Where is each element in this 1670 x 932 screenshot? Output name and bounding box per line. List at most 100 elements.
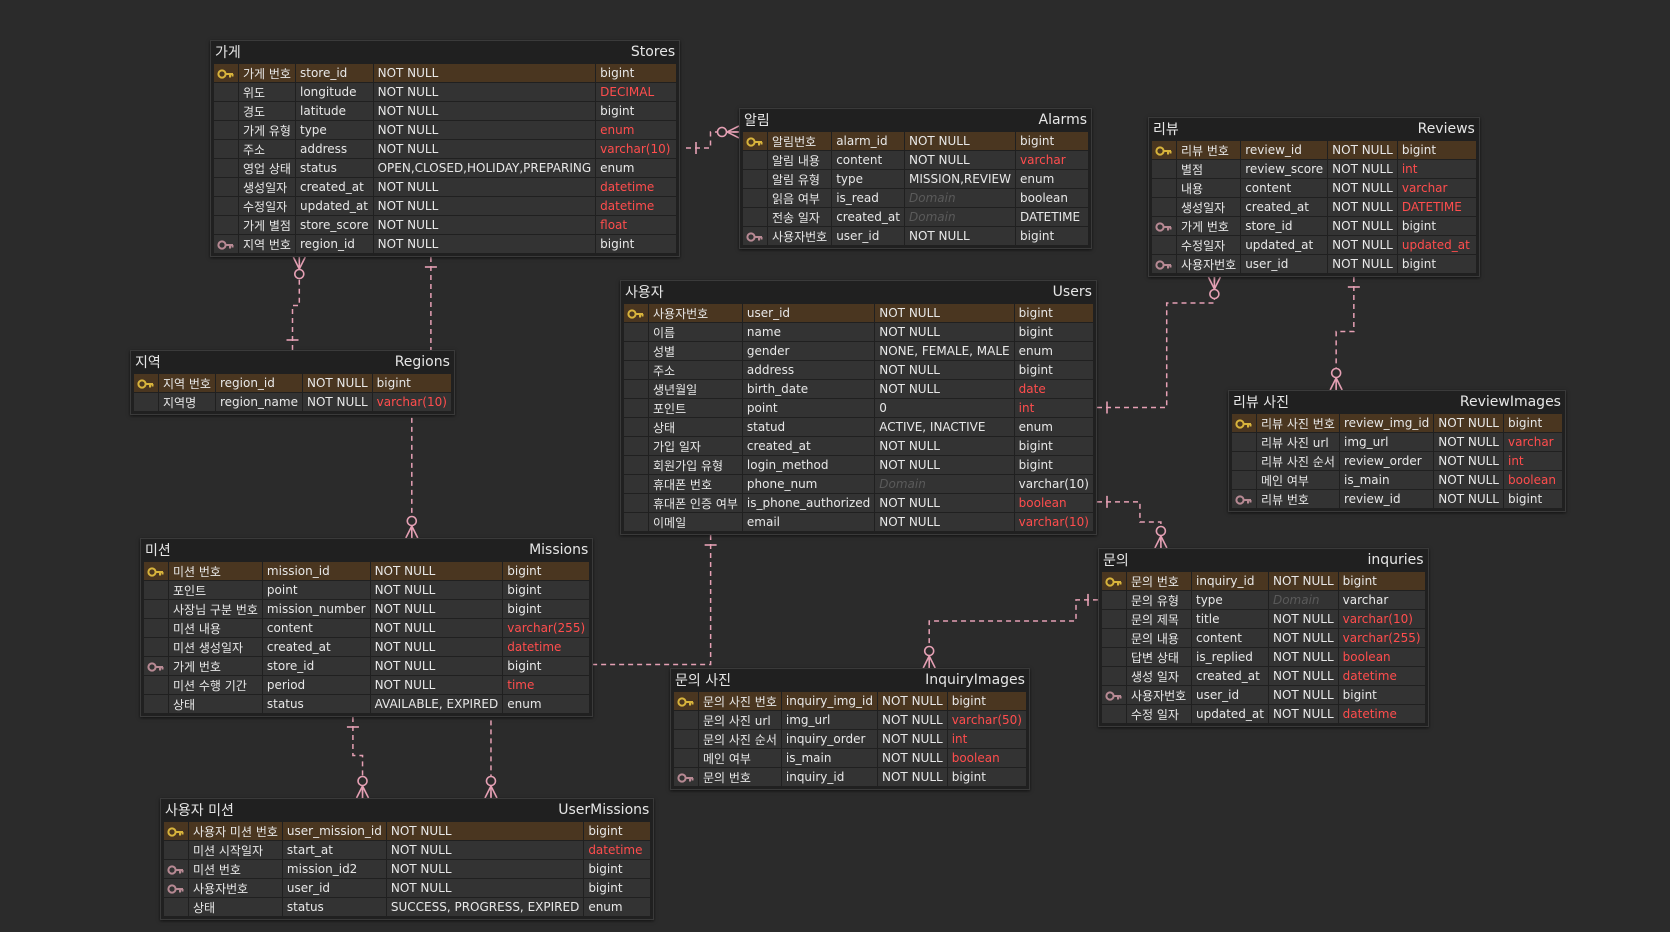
column-physical-name: updated_at [1192,705,1268,723]
column-row[interactable]: 리뷰 번호 review_id NOT NULL bigint [1232,490,1562,508]
column-row[interactable]: 문의 사진 url img_url NOT NULL varchar(50) [674,711,1026,729]
column-row[interactable]: 상태 status AVAILABLE, EXPIRED enum [144,695,590,713]
column-domain: NONE, FEMALE, MALE [875,342,1014,360]
entity-alarms[interactable]: 알림 Alarms 알림번호 alarm_id NOT NULL bigint 알림 내… [739,108,1093,249]
column-row[interactable]: 메인 여부 is_main NOT NULL boolean [674,749,1026,767]
column-row[interactable]: 알림 내용 content NOT NULL varchar [743,151,1089,169]
column-row[interactable]: 문의 사진 번호 inquiry_img_id NOT NULL bigint [674,692,1026,710]
entity-stores[interactable]: 가게 Stores 가게 번호 store_id NOT NULL bigint 위도 l… [210,40,681,257]
entity-inquiries[interactable]: 문의 inquries 문의 번호 inquiry_id NOT NULL bigin… [1098,548,1429,727]
column-row[interactable]: 리뷰 사진 번호 review_img_id NOT NULL bigint [1232,414,1562,432]
column-row[interactable]: 생성일자 created_at NOT NULL DATETIME [1152,198,1476,216]
relationship-line[interactable] [1097,277,1216,409]
column-row[interactable]: 지역명 region_name NOT NULL varchar(10) [134,393,451,411]
column-row[interactable]: 상태 status SUCCESS, PROGRESS, EXPIRED enum [164,898,651,916]
entity-reviews[interactable]: 리뷰 Reviews 리뷰 번호 review_id NOT NULL bigint 별… [1148,117,1480,277]
column-row[interactable]: 문의 번호 inquiry_id NOT NULL bigint [1102,572,1425,590]
column-row[interactable]: 상태 statud ACTIVE, INACTIVE enum [624,418,1093,436]
column-row[interactable]: 가게 번호 store_id NOT NULL bigint [214,64,677,82]
column-type: int [1014,399,1093,417]
column-row[interactable]: 미션 시작일자 start_at NOT NULL datetime [164,841,651,859]
column-row[interactable]: 문의 번호 inquiry_id NOT NULL bigint [674,768,1026,786]
column-row[interactable]: 가게 번호 store_id NOT NULL bigint [144,657,590,675]
column-table: 미션 번호 mission_id NOT NULL bigint 포인트 point NOT… [143,561,590,714]
column-domain: Domain [904,208,1016,226]
column-row[interactable]: 수정일자 updated_at NOT NULL datetime [214,197,677,215]
column-row[interactable]: 가게 번호 store_id NOT NULL bigint [1152,217,1476,235]
column-type: updated_at [1397,236,1476,254]
column-row[interactable]: 문의 내용 content NOT NULL varchar(255) [1102,629,1425,647]
column-row[interactable]: 문의 제목 title NOT NULL varchar(10) [1102,610,1425,628]
column-row[interactable]: 미션 수행 기간 period NOT NULL time [144,676,590,694]
entity-missions[interactable]: 미션 Missions 미션 번호 mission_id NOT NULL bigin… [140,538,594,717]
entity-review-images[interactable]: 리뷰 사진 ReviewImages 리뷰 사진 번호 review_img_id… [1228,390,1566,512]
column-row[interactable]: 답변 상태 is_replied NOT NULL boolean [1102,648,1425,666]
column-row[interactable]: 생성일자 created_at NOT NULL datetime [214,178,677,196]
column-row[interactable]: 가입 일자 created_at NOT NULL bigint [624,437,1093,455]
column-row[interactable]: 주소 address NOT NULL varchar(10) [214,140,677,158]
cardinality-optional-mark [1209,288,1220,300]
column-row[interactable]: 수정일자 updated_at NOT NULL updated_at [1152,236,1476,254]
column-row[interactable]: 영업 상태 status OPEN,CLOSED,HOLIDAY,PREPARING… [214,159,677,177]
column-row[interactable]: 미션 내용 content NOT NULL varchar(255) [144,619,590,637]
entity-header: 문의 inquries [1099,549,1428,571]
column-row[interactable]: 포인트 point NOT NULL bigint [144,581,590,599]
key-cell [1102,648,1126,666]
column-row[interactable]: 사용자번호 user_id NOT NULL bigint [743,227,1089,245]
column-row[interactable]: 리뷰 사진 순서 review_order NOT NULL int [1232,452,1562,470]
column-row[interactable]: 휴대폰 인증 여부 is_phone_authorized NOT NULL bool… [624,494,1093,512]
column-row[interactable]: 이메일 email NOT NULL varchar(10) [624,513,1093,531]
column-row[interactable]: 지역 번호 region_id NOT NULL bigint [214,235,677,253]
column-logical-name: 알림 유형 [768,170,832,188]
relationship-line[interactable] [928,599,1098,668]
column-row[interactable]: 알림번호 alarm_id NOT NULL bigint [743,132,1089,150]
foreign-key-icon [164,860,188,878]
column-row[interactable]: 사용자번호 user_id NOT NULL bigint [1102,686,1425,704]
entity-logical-name: 사용자 [625,285,664,301]
column-row[interactable]: 주소 address NOT NULL bigint [624,361,1093,379]
column-type: varchar(10) [372,393,451,411]
column-row[interactable]: 미션 번호 mission_id2 NOT NULL bigint [164,860,651,878]
column-logical-name: 가게 번호 [169,657,262,675]
column-row[interactable]: 휴대폰 번호 phone_num Domain varchar(10) [624,475,1093,493]
cardinality-many-mark [405,525,413,539]
column-row[interactable]: 문의 유형 type Domain varchar [1102,591,1425,609]
column-domain: NOT NULL [386,841,584,859]
column-row[interactable]: 지역 번호 region_id NOT NULL bigint [134,374,451,392]
entity-user-missions[interactable]: 사용자 미션 UserMissions 사용자 미션 번호 user_missio… [160,798,655,920]
column-row[interactable]: 읽음 여부 is_read Domain boolean [743,189,1089,207]
column-row[interactable]: 사용자번호 user_id NOT NULL bigint [164,879,651,897]
entity-regions[interactable]: 지역 Regions 지역 번호 region_id NOT NULL bigint 지… [130,350,455,415]
column-row[interactable]: 생년월일 birth_date NOT NULL date [624,380,1093,398]
column-row[interactable]: 회원가입 유형 login_method NOT NULL bigint [624,456,1093,474]
entity-inquiry-images[interactable]: 문의 사진 InquiryImages 문의 사진 번호 inquiry_img_… [670,668,1030,790]
column-row[interactable]: 전송 일자 created_at Domain DATETIME [743,208,1089,226]
column-row[interactable]: 성별 gender NONE, FEMALE, MALE enum [624,342,1093,360]
column-row[interactable]: 별점 review_score NOT NULL int [1152,160,1476,178]
column-row[interactable]: 미션 번호 mission_id NOT NULL bigint [144,562,590,580]
column-row[interactable]: 포인트 point 0 int [624,399,1093,417]
column-row[interactable]: 미션 생성일자 created_at NOT NULL datetime [144,638,590,656]
column-row[interactable]: 사용자번호 user_id NOT NULL bigint [624,304,1093,322]
column-row[interactable]: 메인 여부 is_main NOT NULL boolean [1232,471,1562,489]
cardinality-many-mark [355,785,364,799]
column-row[interactable]: 위도 longitude NOT NULL DECIMAL [214,83,677,101]
relationship-line[interactable] [1097,501,1162,548]
column-row[interactable]: 경도 latitude NOT NULL bigint [214,102,677,120]
column-row[interactable]: 리뷰 번호 review_id NOT NULL bigint [1152,141,1476,159]
column-row[interactable]: 리뷰 사진 url img_url NOT NULL varchar [1232,433,1562,451]
column-row[interactable]: 이름 name NOT NULL bigint [624,323,1093,341]
column-row[interactable]: 수정 일자 updated_at NOT NULL datetime [1102,705,1425,723]
column-type: bigint [503,562,590,580]
column-row[interactable]: 사장님 구분 번호 mission_number NOT NULL bigint [144,600,590,618]
column-row[interactable]: 문의 사진 순서 inquiry_order NOT NULL int [674,730,1026,748]
column-row[interactable]: 가게 유형 type NOT NULL enum [214,121,677,139]
column-row[interactable]: 가게 별점 store_score NOT NULL float [214,216,677,234]
column-row[interactable]: 사용자번호 user_id NOT NULL bigint [1152,255,1476,273]
column-row[interactable]: 알림 유형 type MISSION,REVIEW enum [743,170,1089,188]
entity-users[interactable]: 사용자 Users 사용자번호 user_id NOT NULL bigint 이름 na… [620,280,1097,535]
column-row[interactable]: 내용 content NOT NULL varchar [1152,179,1476,197]
column-row[interactable]: 사용자 미션 번호 user_mission_id NOT NULL bigint [164,822,651,840]
column-row[interactable]: 생성 일자 created_at NOT NULL datetime [1102,667,1425,685]
column-domain: MISSION,REVIEW [904,170,1016,188]
